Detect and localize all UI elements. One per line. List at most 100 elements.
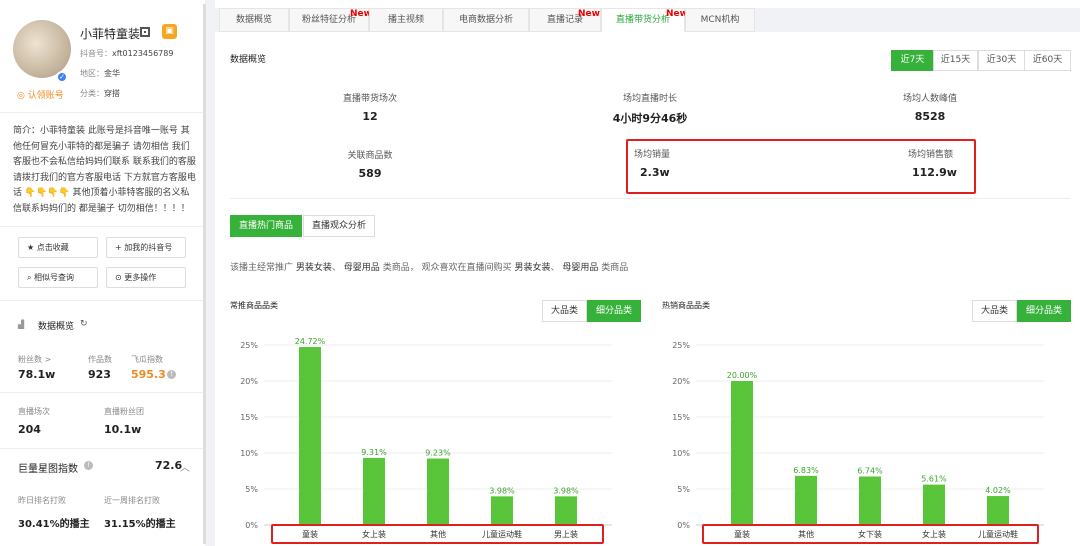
claim-label: 认领账号: [27, 91, 64, 101]
data-label: 6.74%: [857, 466, 883, 475]
range-30d-button[interactable]: 近30天: [978, 50, 1025, 71]
fans-label[interactable]: 粉丝数 >: [18, 354, 51, 365]
scrollbar[interactable]: [203, 4, 206, 544]
data-label: 9.23%: [425, 449, 451, 458]
douyin-id-row: 抖音号：xft0123456789: [80, 48, 173, 59]
avatar[interactable]: [13, 20, 71, 78]
rank-week-value: 31.15%的播主: [104, 519, 176, 530]
desc-category: 男装女装: [514, 263, 551, 273]
juliang-label: 巨量星图指数: [18, 464, 78, 475]
audience-tab[interactable]: 直播观众分析: [303, 215, 376, 237]
stat-label: 场均销售额: [908, 150, 954, 160]
refresh-icon[interactable]: ↻: [80, 319, 88, 329]
y-tick-label: 20%: [240, 377, 258, 386]
stat-value: 8528: [914, 110, 946, 123]
rank-week-label: 近一周排名打败: [104, 496, 160, 505]
rank-yesterday-label: 昨日排名打败: [18, 496, 66, 505]
bar: [859, 476, 881, 525]
divider: [0, 300, 205, 301]
y-tick-label: 5%: [677, 485, 690, 494]
major-category-button[interactable]: 大品类: [972, 300, 1018, 322]
y-tick-label: 20%: [672, 377, 690, 386]
live-fans-value: 10.1w: [104, 423, 142, 436]
tab-mcn[interactable]: MCN机构: [685, 8, 755, 32]
stat-value: 2.3w: [640, 166, 670, 179]
data-label: 4.02%: [985, 486, 1011, 495]
stat-value: 112.9w: [912, 166, 957, 179]
tab-live-sales[interactable]: 直播带货分析 New: [601, 8, 688, 32]
y-tick-label: 15%: [672, 413, 690, 422]
chart-title: 热销商品品类: [662, 301, 710, 310]
data-label: 5.61%: [921, 475, 947, 484]
tab-label: 直播带货分析: [615, 15, 670, 25]
add-label: 加我的抖音号: [124, 243, 173, 252]
chart-title: 常推商品品类: [230, 301, 278, 310]
divider: [0, 392, 205, 393]
tab-label: 粉丝特征分析: [301, 15, 356, 25]
category-description: 该播主经常推广 男装女装、 母婴用品 类商品， 观众喜欢在直播间购买 男装女装、…: [230, 260, 628, 273]
douyin-id-label: 抖音号：: [80, 49, 112, 58]
category-row: 分类：穿搭: [80, 88, 120, 99]
stat-value: 589: [358, 167, 382, 180]
tab-live-records[interactable]: 直播记录 New: [529, 8, 601, 32]
rank-yesterday-value: 30.41%的播主: [18, 519, 90, 530]
search-icon: ⌕: [27, 273, 32, 282]
claim-account-link[interactable]: ◎ 认领账号: [17, 88, 64, 101]
more-icon: ⊙: [115, 273, 122, 282]
bar: [555, 496, 577, 525]
divider: [0, 112, 205, 113]
range-15d-button[interactable]: 近15天: [933, 50, 978, 71]
similar-search-button[interactable]: ⌕ 相似号查询: [18, 267, 98, 288]
flygua-label: 飞瓜指数: [131, 355, 163, 364]
y-tick-label: 0%: [677, 521, 690, 530]
tab-ecommerce[interactable]: 电商数据分析: [443, 8, 529, 32]
add-douyin-button[interactable]: + 加我的抖音号: [106, 237, 186, 258]
range-7d-button[interactable]: 近7天: [891, 50, 934, 71]
bar: [795, 475, 817, 525]
data-label: 24.72%: [295, 337, 326, 346]
collect-button[interactable]: ★ 点击收藏: [18, 237, 98, 258]
range-60d-button[interactable]: 近60天: [1024, 50, 1071, 71]
y-tick-label: 0%: [245, 521, 258, 530]
divider: [230, 198, 1070, 199]
claim-icon: ◎: [17, 91, 25, 101]
sub-category-button[interactable]: 细分品类: [1017, 300, 1072, 322]
tab-bar: 数据概览 粉丝特征分析 New 播主视频 电商数据分析 直播记录 New 直播带货分…: [215, 8, 1080, 32]
category: 穿搭: [104, 89, 120, 98]
bar: [427, 458, 449, 525]
chevron-up-icon[interactable]: ︿: [180, 459, 190, 474]
desc-category: 母婴用品: [343, 263, 380, 273]
more-actions-button[interactable]: ⊙ 更多操作: [106, 267, 186, 288]
data-label: 20.00%: [727, 371, 758, 380]
fans-value: 78.1w: [18, 368, 56, 381]
tab-fans-analysis[interactable]: 粉丝特征分析 New: [289, 8, 372, 32]
juliang-value: 72.6: [155, 459, 183, 472]
desc-sep: 、: [550, 263, 560, 273]
tab-label: 电商数据分析: [458, 15, 513, 25]
y-tick-label: 10%: [672, 449, 690, 458]
sub-category-button[interactable]: 细分品类: [587, 300, 642, 322]
stat-value: 4小时9分46秒: [612, 112, 688, 125]
region: 金华: [104, 69, 120, 78]
tab-data-overview[interactable]: 数据概览: [219, 8, 289, 32]
data-label: 3.98%: [489, 486, 515, 495]
bar-chart-common: 25%20%15%10%5%0%24.72%童装9.31%女上装9.23%其他3…: [240, 337, 612, 539]
works-value: 923: [88, 368, 111, 381]
data-label: 9.31%: [361, 448, 387, 457]
flygua-value: 595.3: [131, 368, 166, 381]
region-row: 地区：金华: [80, 68, 120, 79]
tab-videos[interactable]: 播主视频: [369, 8, 443, 32]
major-category-button[interactable]: 大品类: [542, 300, 588, 322]
stat-label: 场均人数峰值: [902, 94, 957, 104]
bar: [987, 496, 1009, 525]
info-icon[interactable]: !: [84, 461, 93, 470]
hot-goods-tab[interactable]: 直播热门商品: [230, 215, 303, 237]
info-icon[interactable]: !: [167, 370, 176, 379]
collect-label: 点击收藏: [36, 243, 69, 252]
desc-text: 类商品， 观众喜欢在直播间购买: [382, 263, 512, 273]
stat-value: 12: [362, 110, 378, 123]
shop-icon[interactable]: ▣: [162, 24, 177, 39]
data-label: 3.98%: [553, 486, 579, 495]
qrcode-icon[interactable]: [140, 27, 150, 37]
profile-name: 小菲特童装: [80, 27, 141, 41]
